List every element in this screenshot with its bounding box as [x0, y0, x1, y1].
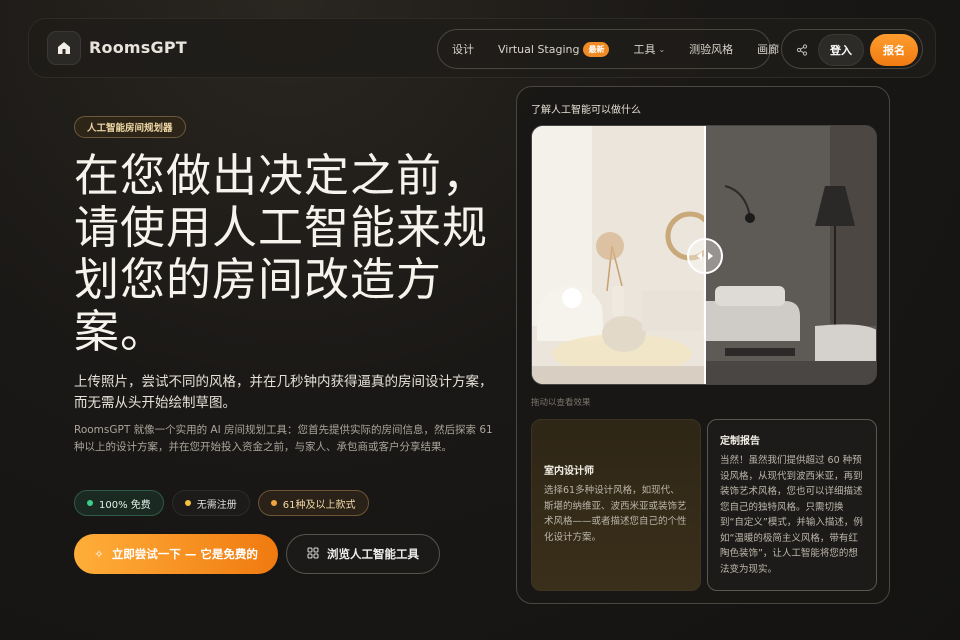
nav-item-virtual-staging[interactable]: Virtual Staging 最新 [498, 41, 610, 57]
nav-item-label: 设计 [452, 43, 474, 56]
signup-button[interactable]: 报名 [870, 34, 918, 66]
card-custom-report[interactable]: 定制报告 当然！虽然我们提供超过 60 种预设风格，从现代到波西米亚，再到装饰艺… [707, 419, 877, 591]
ai-demo-panel: 了解人工智能可以做什么 拖动以查看效果 室内设计师 选择61多种设计风格，如现代… [516, 86, 890, 604]
chip-label: 100% 免费 [99, 499, 151, 511]
nav-item-style-quiz[interactable]: 测验风格 [689, 41, 733, 57]
grid-icon [307, 547, 319, 562]
nav-item-design[interactable]: 设计 [452, 41, 474, 57]
card-body: 当然！虽然我们提供超过 60 种预设风格，从现代到波西米亚，再到装饰艺术风格，您… [720, 455, 863, 575]
before-after-slider[interactable] [531, 125, 877, 385]
card-body: 选择61多种设计风格，如现代、斯堪的纳维亚、波西米亚或装饰艺术风格——或者描述您… [544, 485, 687, 543]
nav-item-gallery[interactable]: 画廊 [757, 41, 779, 57]
status-dot-icon [184, 500, 191, 506]
chip-label: 61种及以上款式 [282, 499, 356, 511]
hero-tag: 人工智能房间规划器 [74, 116, 186, 138]
sparkle-icon: ✧ [94, 547, 104, 561]
status-dot-icon [270, 500, 277, 506]
card-title: 定制报告 [720, 436, 760, 447]
nav-item-label: 工具 [633, 43, 656, 56]
after-room-image [705, 126, 876, 384]
panel-title: 了解人工智能可以做什么 [531, 105, 641, 116]
nav-actions: 登入 报名 [781, 29, 923, 69]
try-free-button[interactable]: ✧ 立即尝试一下 — 它是免费的 [74, 534, 278, 574]
card-title: 室内设计师 [544, 466, 594, 477]
brand-logo-icon[interactable] [47, 31, 81, 65]
login-button[interactable]: 登入 [818, 34, 864, 66]
before-room-image [532, 126, 715, 384]
chip-free: 100% 免费 [74, 490, 164, 516]
nav-item-label: 测验风格 [689, 43, 734, 56]
hero-description: RoomsGPT 就像一个实用的 AI 房间规划工具：您首先提供实际的房间信息，… [74, 424, 493, 453]
slider-handle-icon[interactable] [687, 238, 723, 274]
browse-tools-button[interactable]: 浏览人工智能工具 [286, 534, 440, 574]
nav-item-label: Virtual Staging [498, 42, 580, 56]
new-badge: 最新 [583, 41, 610, 57]
button-label: 立即尝试一下 — 它是免费的 [111, 547, 258, 561]
hero-title: 在您做出决定之前，请使用人工智能来规划您的房间改造方案。 [74, 149, 489, 358]
button-label: 浏览人工智能工具 [327, 547, 419, 561]
chip-no-signup: 无需注册 [171, 490, 250, 516]
brand-name[interactable]: RoomsGPT [89, 38, 187, 57]
top-navbar: RoomsGPT 设计 Virtual Staging 最新 工具 ⌄ 测验风格 画… [28, 18, 936, 78]
nav-item-tools[interactable]: 工具 ⌄ [633, 41, 665, 57]
chip-label: 无需注册 [196, 499, 237, 511]
hero-lead: 上传照片，尝试不同的风格，并在几秒钟内获得逼真的房间设计方案，而无需从头开始绘制… [74, 374, 493, 411]
card-interior-designer[interactable]: 室内设计师 选择61多种设计风格，如现代、斯堪的纳维亚、波西米亚或装饰艺术风格—… [531, 419, 701, 591]
drag-hint: 拖动以查看效果 [531, 398, 591, 408]
feature-chips: 100% 免费 无需注册 61种及以上款式 [74, 490, 369, 516]
chip-styles: 61种及以上款式 [257, 490, 369, 516]
status-dot-icon [87, 500, 93, 506]
share-icon[interactable] [788, 36, 816, 64]
nav-item-label: 画廊 [757, 43, 780, 56]
chevron-down-icon: ⌄ [658, 44, 666, 54]
main-menu: 设计 Virtual Staging 最新 工具 ⌄ 测验风格 画廊 [437, 29, 779, 69]
